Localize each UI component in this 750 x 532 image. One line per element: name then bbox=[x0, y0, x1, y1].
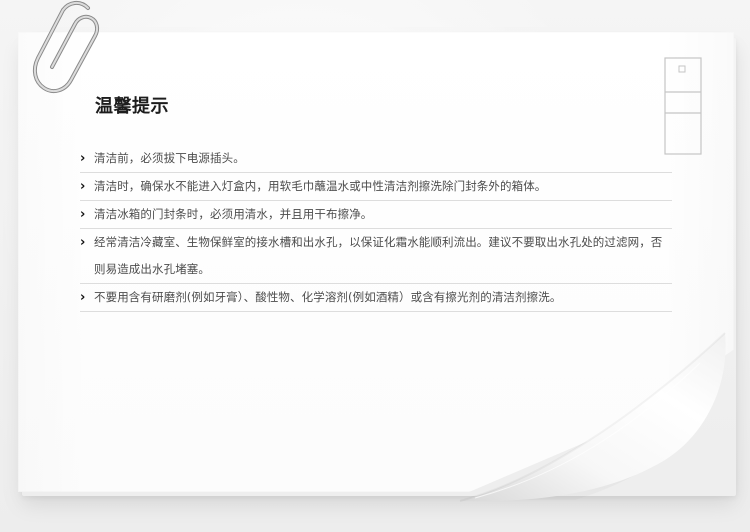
chevron-right-icon: › bbox=[80, 290, 86, 305]
chevron-right-icon: › bbox=[80, 151, 86, 166]
tip-text: 清洁前，必须拔下电源插头。 bbox=[94, 151, 245, 165]
tip-item: › 清洁前，必须拔下电源插头。 bbox=[80, 145, 672, 173]
chevron-right-icon: › bbox=[80, 179, 86, 194]
chevron-right-icon: › bbox=[80, 235, 86, 250]
tip-item: › 经常清洁冷藏室、生物保鲜室的接水槽和出水孔，以保证化霜水能顺利流出。建议不要… bbox=[80, 229, 672, 284]
tip-text: 清洁冰箱的门封条时，必须用清水，并且用干布擦净。 bbox=[94, 207, 373, 221]
tips-list: › 清洁前，必须拔下电源插头。 › 清洁时，确保水不能进入灯盒内，用软毛巾蘸温水… bbox=[80, 145, 672, 312]
tip-item: › 清洁冰箱的门封条时，必须用清水，并且用干布擦净。 bbox=[80, 201, 672, 229]
tip-text: 清洁时，确保水不能进入灯盒内，用软毛巾蘸温水或中性清洁剂擦洗除门封条外的箱体。 bbox=[94, 179, 547, 193]
tip-item: › 不要用含有研磨剂(例如牙膏）、酸性物、化学溶剂(例如酒精）或含有擦光剂的清洁… bbox=[80, 284, 672, 312]
page-title: 温馨提示 bbox=[95, 96, 169, 117]
tip-text: 经常清洁冷藏室、生物保鲜室的接水槽和出水孔，以保证化霜水能顺利流出。建议不要取出… bbox=[94, 235, 663, 276]
tip-item: › 清洁时，确保水不能进入灯盒内，用软毛巾蘸温水或中性清洁剂擦洗除门封条外的箱体… bbox=[80, 173, 672, 201]
chevron-right-icon: › bbox=[80, 207, 86, 222]
paperclip-icon bbox=[32, 1, 100, 94]
refrigerator-icon bbox=[664, 57, 702, 155]
page-curl bbox=[459, 332, 726, 502]
tip-text: 不要用含有研磨剂(例如牙膏）、酸性物、化学溶剂(例如酒精）或含有擦光剂的清洁剂擦… bbox=[94, 290, 562, 304]
